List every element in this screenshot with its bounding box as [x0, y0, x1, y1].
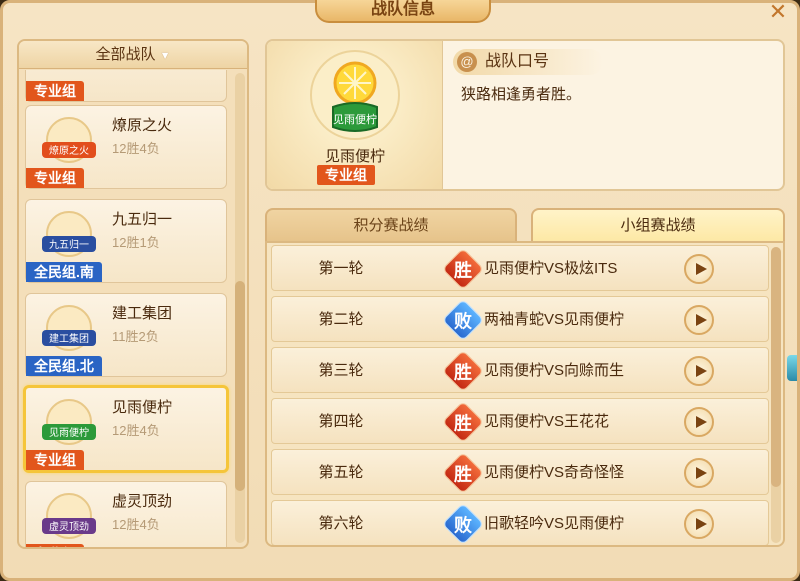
tab-points-record[interactable]: 积分赛战绩: [265, 208, 517, 242]
team-info-window: 战队信息 ✕ 全部战队 ▼ 专业组 燎原之火 燎原之火 12胜4负 专业组 九五归一 九五归一…: [0, 0, 800, 581]
svg-text:九五归一: 九五归一: [49, 238, 89, 251]
match-list-panel: 第一轮胜见雨便柠VS极炫ITS 第二轮败两袖青蛇VS见雨便柠 第三轮胜见雨便柠VS向…: [265, 241, 785, 547]
play-replay-button[interactable]: [684, 254, 714, 284]
team-record: 12胜4负: [112, 517, 160, 532]
team-emblem-icon: 虚灵顶劲: [42, 493, 96, 539]
win-badge-icon: 胜: [441, 349, 485, 393]
team-info-panel: 见雨便柠 见雨便柠 专业组 @ 战队口号 狭路相逢勇者胜。: [265, 39, 785, 191]
svg-text:见雨便柠: 见雨便柠: [49, 426, 89, 439]
team-group-tag: 专业组: [26, 544, 84, 547]
match-result: 败: [454, 311, 472, 332]
team-card[interactable]: 建工集团 建工集团 11胜2负 全民组.北: [25, 293, 227, 377]
window-title: 战队信息: [315, 0, 491, 23]
chevron-down-icon: ▼: [159, 50, 171, 62]
team-card[interactable]: 燎原之火 燎原之火 12胜4负 专业组: [25, 105, 227, 189]
team-group-tag: 全民组.南: [26, 262, 102, 282]
team-list-panel: 全部战队 ▼ 专业组 燎原之火 燎原之火 12胜4负 专业组 九五归一 九五归一 12胜1负 全民…: [17, 39, 249, 549]
team-group-tag: 专业组: [26, 168, 84, 188]
match-row: 第一轮 胜见雨便柠VS极炫ITS: [271, 245, 769, 291]
match-round: 第四轮: [318, 413, 364, 430]
match-result: 胜: [454, 260, 472, 281]
match-row: 第六轮 败旧歌轻吟VS见雨便柠: [271, 500, 769, 545]
team-record: 11胜2负: [112, 329, 159, 344]
team-group-tag: 全民组.北: [26, 356, 102, 376]
match-matchup: 旧歌轻吟VS见雨便柠: [484, 515, 625, 532]
team-group-tag: 专业组: [26, 450, 84, 470]
team-group-tag: 专业组: [26, 81, 84, 101]
match-result: 胜: [454, 413, 472, 434]
match-matchup: 见雨便柠VS极炫ITS: [484, 260, 618, 277]
match-matchup: 见雨便柠VS奇奇怪怪: [484, 464, 625, 481]
selected-team-emblem-box: 见雨便柠 见雨便柠 专业组: [267, 41, 443, 189]
slogan-text: 狭路相逢勇者胜。: [461, 86, 582, 103]
play-replay-button[interactable]: [684, 407, 714, 437]
match-result: 胜: [454, 464, 472, 485]
team-card[interactable]: 见雨便柠 见雨便柠 12胜4负 专业组: [23, 385, 229, 473]
side-arrow-icon[interactable]: [787, 355, 797, 381]
selected-team-name: 见雨便柠: [324, 148, 385, 165]
match-row: 第五轮 胜见雨便柠VS奇奇怪怪: [271, 449, 769, 495]
match-matchup: 见雨便柠VS王花花: [484, 413, 610, 430]
team-list[interactable]: 专业组 燎原之火 燎原之火 12胜4负 专业组 九五归一 九五归一 12胜1负 全民组.南 建工集…: [19, 70, 235, 547]
team-record: 12胜4负: [112, 423, 160, 438]
match-round: 第一轮: [318, 260, 364, 277]
team-card[interactable]: 虚灵顶劲虚灵顶劲12胜4负专业组: [25, 481, 227, 547]
win-badge-icon: 胜: [441, 451, 485, 495]
team-name: 见雨便柠: [112, 399, 173, 416]
team-card-partial[interactable]: 专业组: [25, 70, 227, 102]
play-replay-button[interactable]: [684, 509, 714, 539]
win-badge-icon: 胜: [441, 247, 485, 291]
lose-badge-icon: 败: [441, 298, 485, 342]
match-list-scroll-thumb[interactable]: [771, 247, 781, 487]
match-round: 第三轮: [318, 362, 364, 379]
selected-emblem-text: 见雨便柠: [333, 112, 377, 126]
team-name: 建工集团: [112, 305, 173, 322]
match-result: 胜: [454, 362, 472, 383]
svg-text:虚灵顶劲: 虚灵顶劲: [49, 521, 89, 533]
match-row: 第三轮 胜见雨便柠VS向赊而生: [271, 347, 769, 393]
match-round: 第五轮: [318, 464, 364, 481]
play-replay-button[interactable]: [684, 458, 714, 488]
lemon-emblem-icon: 见雨便柠: [310, 50, 400, 140]
win-badge-icon: 胜: [441, 400, 485, 444]
team-list-scroll-thumb[interactable]: [235, 281, 245, 491]
close-icon[interactable]: ✕: [765, 1, 791, 23]
match-round: 第二轮: [318, 311, 364, 328]
svg-text:燎原之火: 燎原之火: [49, 144, 89, 157]
team-filter-label: 全部战队: [95, 46, 156, 63]
team-name: 燎原之火: [112, 117, 173, 134]
slogan-title-label: 战队口号: [485, 53, 550, 70]
match-result: 败: [454, 515, 472, 536]
match-row: 第四轮 胜见雨便柠VS王花花: [271, 398, 769, 444]
team-record: 12胜4负: [112, 141, 160, 156]
play-replay-button[interactable]: [684, 305, 714, 335]
team-record: 12胜1负: [112, 235, 160, 250]
match-row: 第二轮 败两袖青蛇VS见雨便柠: [271, 296, 769, 342]
team-card[interactable]: 九五归一 九五归一 12胜1负 全民组.南: [25, 199, 227, 283]
match-round: 第六轮: [318, 515, 364, 532]
lose-badge-icon: 败: [441, 502, 485, 545]
team-name: 虚灵顶劲: [112, 493, 173, 510]
slogan-title: @ 战队口号: [453, 49, 603, 75]
selected-team-group-tag: 专业组: [317, 165, 375, 185]
swirl-icon: @: [457, 52, 477, 72]
match-matchup: 见雨便柠VS向赊而生: [484, 362, 625, 379]
match-matchup: 两袖青蛇VS见雨便柠: [484, 311, 625, 328]
team-filter-dropdown[interactable]: 全部战队 ▼: [19, 41, 247, 69]
tab-group-record[interactable]: 小组赛战绩: [531, 208, 785, 242]
play-replay-button[interactable]: [684, 356, 714, 386]
svg-text:建工集团: 建工集团: [49, 332, 89, 345]
team-name: 九五归一: [112, 211, 173, 228]
